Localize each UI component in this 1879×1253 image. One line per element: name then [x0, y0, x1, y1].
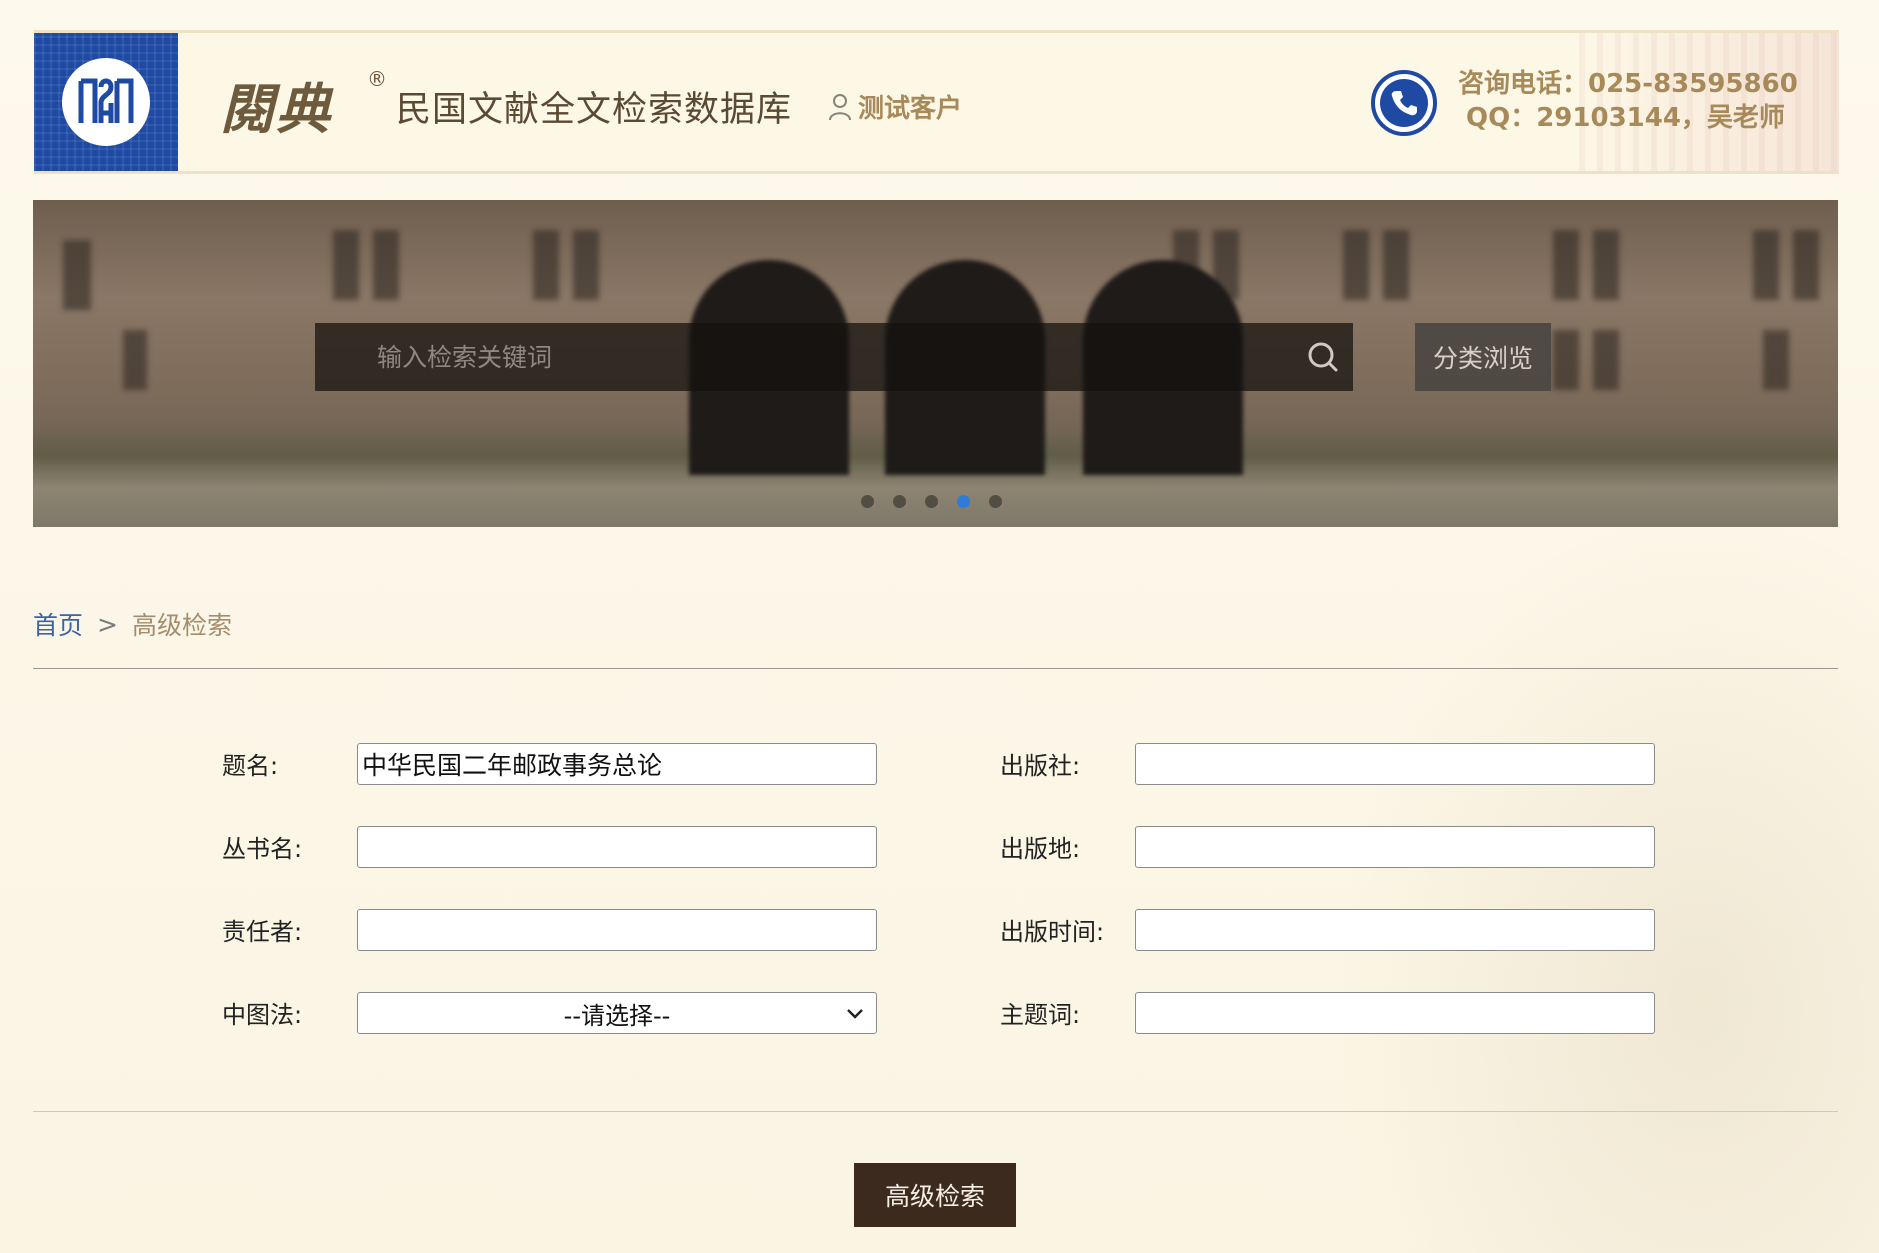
divider-top	[33, 668, 1838, 669]
clc-selected-value: --请选择--	[563, 1001, 671, 1030]
author-label: 责任者:	[222, 918, 303, 946]
site-title: 民国文献全文检索数据库	[396, 90, 793, 130]
site-header: 閱典 ® 民国文献全文检索数据库 测试客户 咨询电话：025-83595860 …	[34, 30, 1839, 174]
breadcrumb-current: 高级检索	[131, 611, 232, 640]
search-bar	[315, 322, 1353, 392]
date-label: 出版时间:	[1000, 918, 1105, 946]
carousel-dot-4-active[interactable]	[957, 495, 970, 508]
search-button[interactable]	[1293, 323, 1353, 391]
divider-bottom	[33, 1111, 1838, 1112]
search-icon	[1308, 342, 1338, 372]
clc-label: 中图法:	[222, 1001, 303, 1029]
carousel-dot-2[interactable]	[893, 495, 906, 508]
advanced-search-button[interactable]: 高级检索	[854, 1163, 1016, 1227]
contact-phone: 咨询电话：025-83595860	[1458, 69, 1798, 99]
series-input[interactable]	[357, 826, 877, 868]
user-name: 测试客户	[858, 94, 963, 124]
place-input[interactable]	[1135, 826, 1655, 868]
brand-calligraphy: 閱典	[220, 77, 332, 141]
carousel-dot-3[interactable]	[925, 495, 938, 508]
date-input[interactable]	[1135, 909, 1655, 951]
carousel-indicators	[861, 495, 1002, 508]
logo-glyph-icon	[78, 78, 134, 123]
logo-emblem	[62, 58, 150, 146]
phone-icon	[1371, 70, 1437, 136]
breadcrumb: 首页 > 高级检索	[33, 606, 232, 642]
category-browse-button[interactable]: 分类浏览	[1415, 323, 1551, 391]
publisher-input[interactable]	[1135, 743, 1655, 785]
title-label: 题名:	[222, 752, 279, 780]
carousel-dot-1[interactable]	[861, 495, 874, 508]
series-label: 丛书名:	[222, 835, 303, 863]
contact-qq: QQ：29103144，吴老师	[1466, 103, 1785, 133]
hero-banner: 分类浏览	[33, 200, 1838, 527]
contact-info: 咨询电话：025-83595860 QQ：29103144，吴老师	[1458, 67, 1798, 135]
carousel-dot-5[interactable]	[989, 495, 1002, 508]
subject-input[interactable]	[1135, 992, 1655, 1034]
site-logo[interactable]	[34, 33, 178, 171]
registered-mark: ®	[367, 67, 387, 91]
user-account[interactable]: 测试客户	[828, 88, 962, 125]
title-input[interactable]	[357, 743, 877, 785]
breadcrumb-home-link[interactable]: 首页	[33, 606, 83, 642]
publisher-label: 出版社:	[1000, 752, 1081, 780]
user-icon	[829, 93, 851, 120]
author-input[interactable]	[357, 909, 877, 951]
place-label: 出版地:	[1000, 835, 1081, 863]
search-input[interactable]	[315, 322, 1293, 392]
breadcrumb-separator: >	[97, 609, 118, 639]
clc-select[interactable]: --请选择--	[357, 992, 877, 1034]
page-background	[0, 0, 1879, 1253]
subject-label: 主题词:	[1000, 1001, 1081, 1029]
chevron-down-icon	[847, 1009, 863, 1019]
